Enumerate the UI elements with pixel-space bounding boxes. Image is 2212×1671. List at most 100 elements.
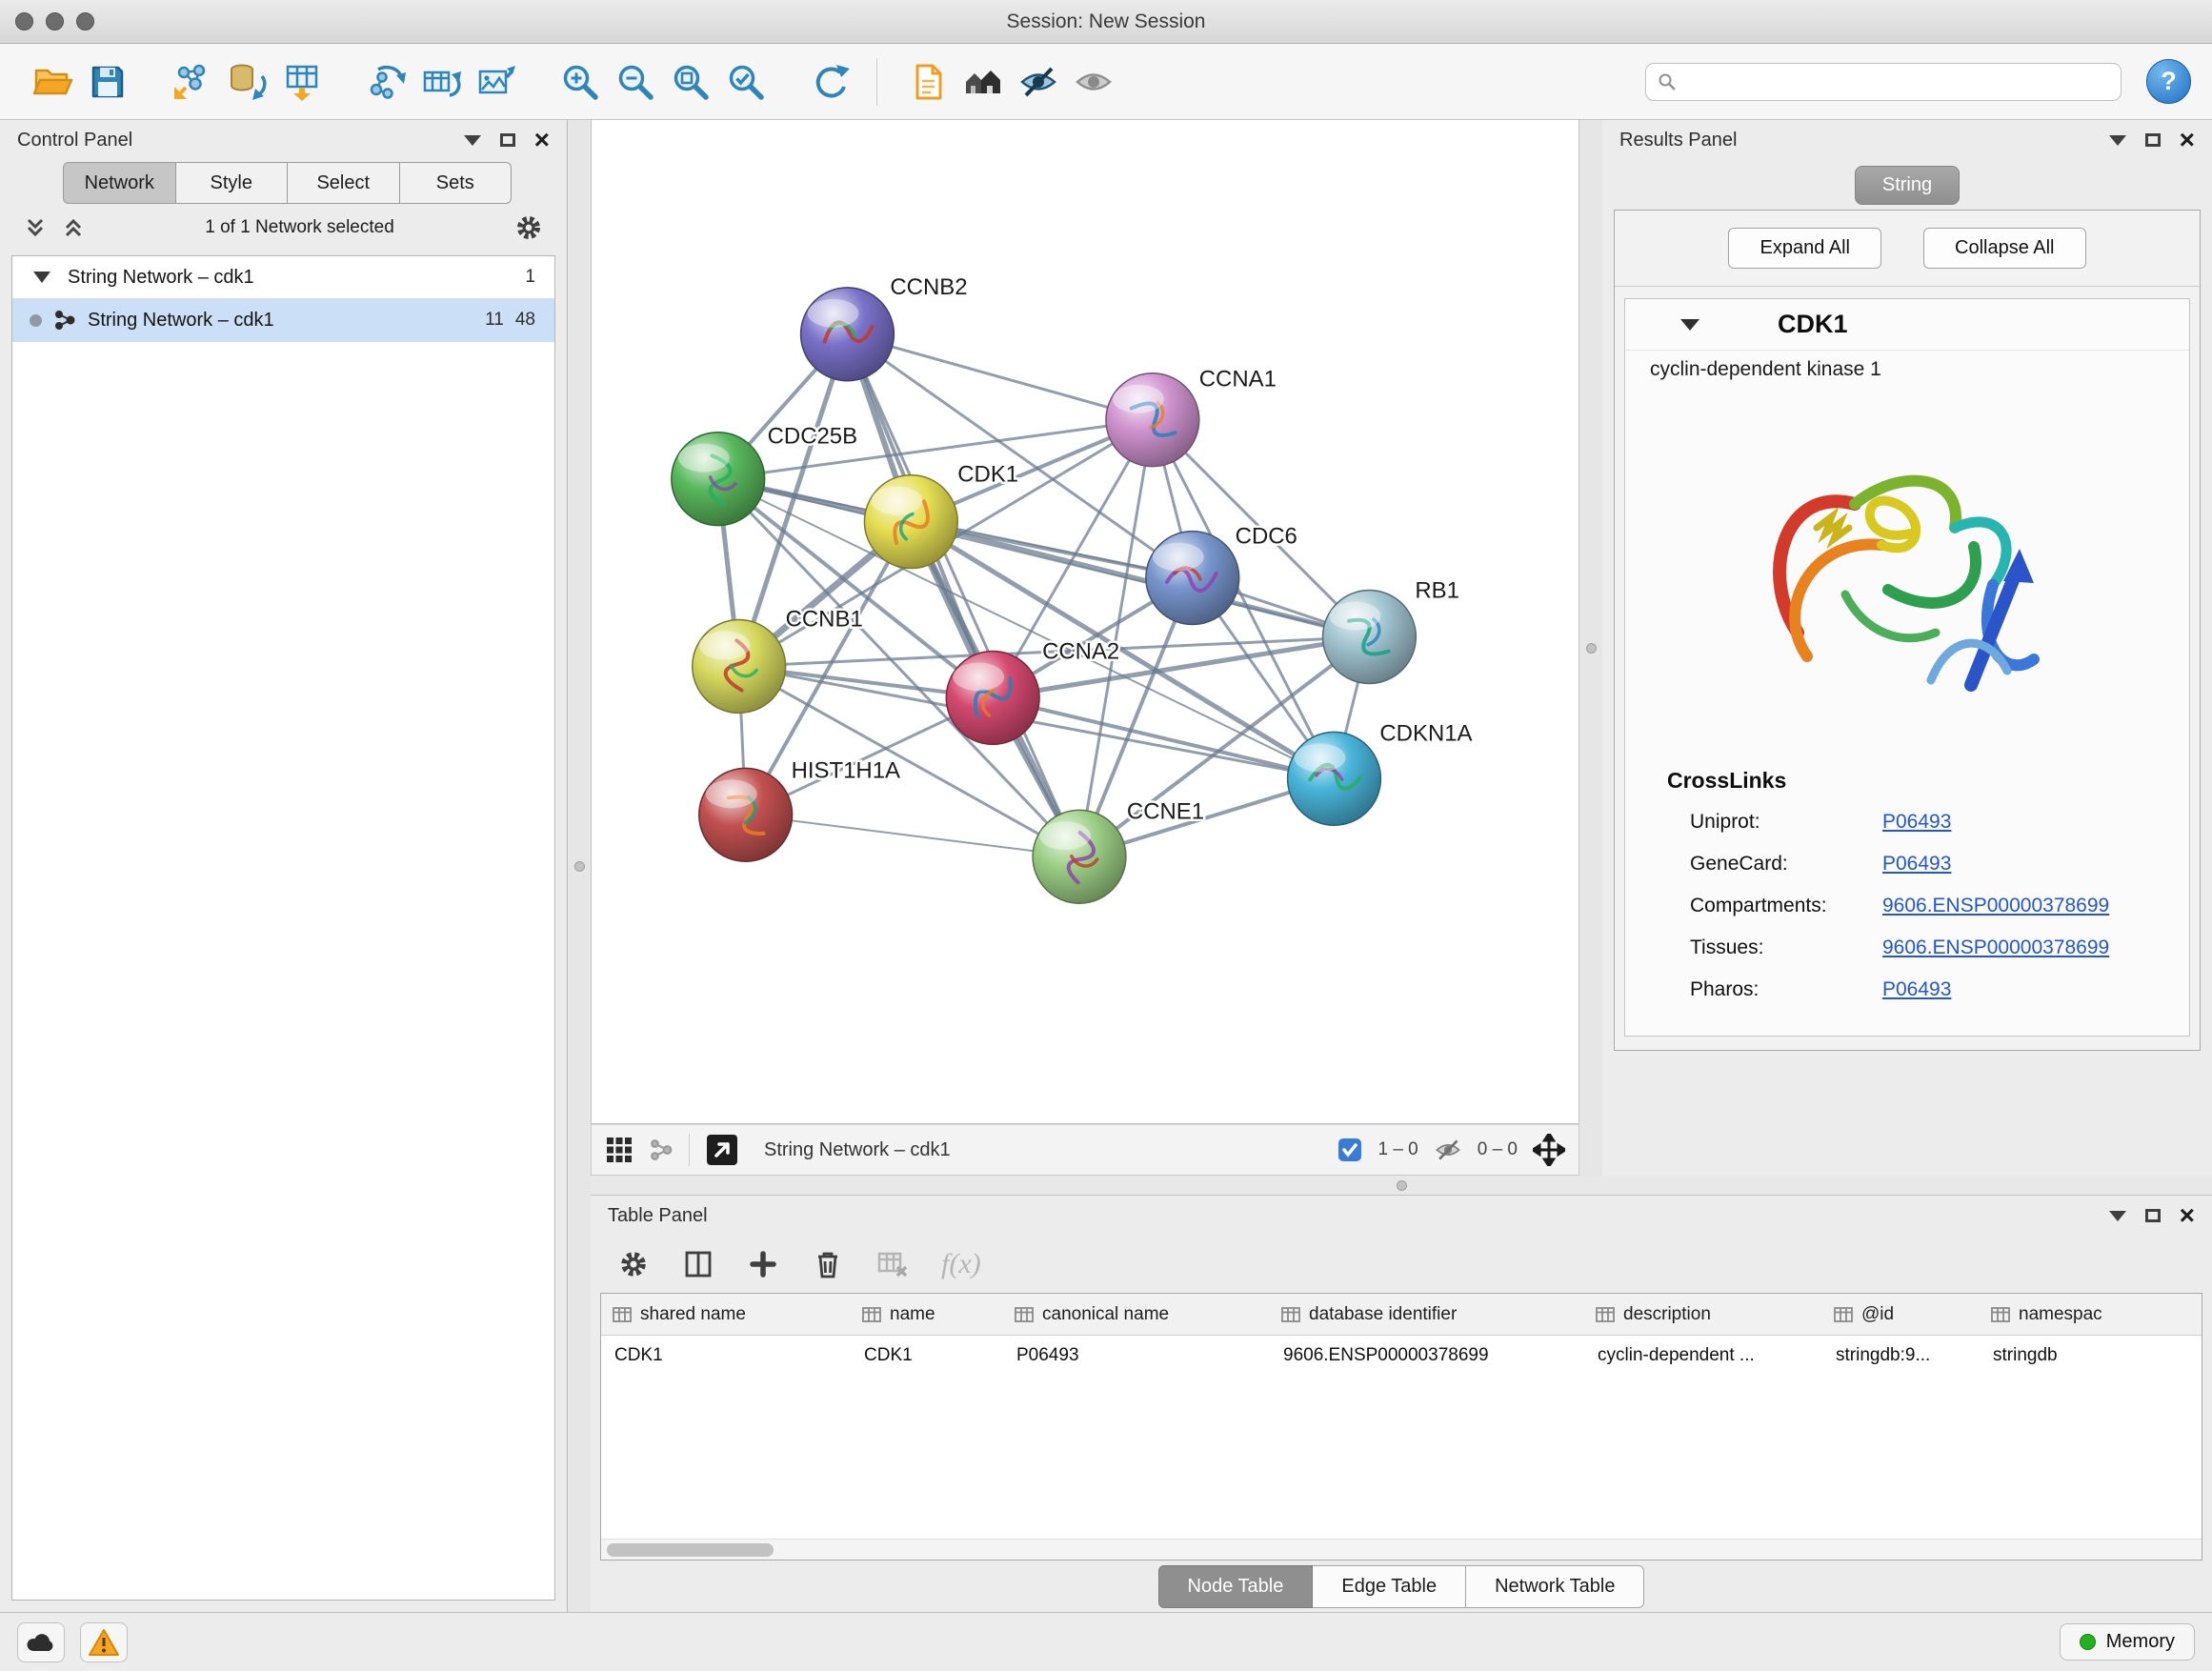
delete-column-trash-icon[interactable] [812, 1248, 844, 1280]
collection-caret-icon[interactable] [33, 272, 50, 283]
node-CCNB1[interactable]: CCNB1 [693, 606, 863, 713]
collapse-all-networks-icon[interactable] [61, 215, 86, 240]
node-CCNA1[interactable]: CCNA1 [1106, 367, 1277, 467]
results-float-icon[interactable] [2145, 133, 2161, 147]
close-window-button[interactable] [15, 12, 33, 30]
search-input[interactable] [1684, 71, 2109, 92]
gene-section-header[interactable]: CDK1 [1625, 299, 2189, 351]
tab-style[interactable]: Style [176, 162, 289, 204]
scrollbar-thumb[interactable] [607, 1543, 774, 1557]
gene-collapse-caret-icon[interactable] [1680, 319, 1699, 331]
edge-CCNE1-HIST1H1A[interactable] [746, 815, 1079, 856]
selected-checkbox-icon[interactable] [1337, 1137, 1362, 1162]
import-network-file-button[interactable] [164, 53, 219, 111]
column-header-namespace[interactable]: namespac [1980, 1294, 2202, 1335]
show-glass-button[interactable] [1066, 53, 1121, 111]
grid-icon[interactable] [605, 1136, 633, 1164]
node-CCNE1[interactable]: CCNE1 [1033, 798, 1204, 903]
network-options-gear-icon[interactable] [513, 212, 544, 243]
cell-database-identifier[interactable]: 9606.ENSP00000378699 [1270, 1336, 1584, 1376]
column-header-description[interactable]: description [1584, 1294, 1822, 1335]
node-CDKN1A[interactable]: CDKN1A [1288, 720, 1473, 825]
add-column-icon[interactable] [747, 1248, 779, 1280]
table-row[interactable]: CDK1 CDK1 P06493 9606.ENSP00000378699 cy… [601, 1336, 2202, 1376]
zoom-in-button[interactable] [553, 53, 608, 111]
import-network-database-button[interactable] [219, 53, 274, 111]
node-RB1[interactable]: RB1 [1323, 578, 1459, 684]
horizontal-splitter[interactable] [591, 1176, 2212, 1195]
cell-namespace[interactable]: stringdb [1980, 1336, 2202, 1376]
tissues-link[interactable]: 9606.ENSP00000378699 [1882, 936, 2109, 959]
warnings-button[interactable] [80, 1622, 128, 1662]
expand-all-networks-icon[interactable] [23, 215, 48, 240]
cell-name[interactable]: CDK1 [851, 1336, 1003, 1376]
table-horizontal-scrollbar[interactable] [601, 1539, 2202, 1560]
cell-id[interactable]: stringdb:9... [1822, 1336, 1980, 1376]
column-header-shared-name[interactable]: shared name [601, 1294, 851, 1335]
genecard-link[interactable]: P06493 [1882, 853, 1951, 876]
network-canvas[interactable]: CCNB2CCNA1CDC25BCDK1CDC6RB1CCNB1CCNA2CDK… [591, 120, 1579, 1124]
string-results-tab[interactable]: String [1855, 166, 1960, 205]
results-menu-icon[interactable] [2109, 135, 2126, 146]
column-header-id[interactable]: @id [1822, 1294, 1980, 1335]
results-close-icon[interactable]: × [2180, 131, 2195, 150]
refresh-network-button[interactable] [802, 53, 857, 111]
network-table-tab[interactable]: Network Table [1466, 1565, 1644, 1608]
string-home-button[interactable] [955, 53, 1011, 111]
help-button[interactable]: ? [2146, 59, 2191, 104]
tab-network[interactable]: Network [63, 162, 176, 204]
node-table-tab[interactable]: Node Table [1158, 1565, 1314, 1608]
export-image-button[interactable] [469, 53, 524, 111]
tab-select[interactable]: Select [288, 162, 400, 204]
hidden-eye-slash-icon[interactable] [1434, 1136, 1462, 1164]
cell-description[interactable]: cyclin-dependent ... [1584, 1336, 1822, 1376]
column-header-database-identifier[interactable]: database identifier [1270, 1294, 1584, 1335]
pharos-link[interactable]: P06493 [1882, 978, 1951, 1001]
left-splitter[interactable] [568, 120, 591, 1612]
cloud-status-button[interactable] [17, 1622, 65, 1662]
memory-button[interactable]: Memory [2060, 1623, 2195, 1661]
edge-table-tab[interactable]: Edge Table [1313, 1565, 1466, 1608]
edge-CCNA2-CDKN1A[interactable] [993, 697, 1334, 778]
tab-sets[interactable]: Sets [400, 162, 513, 204]
open-session-button[interactable] [25, 53, 80, 111]
float-panel-icon[interactable] [500, 133, 515, 147]
toolbar-search[interactable] [1645, 63, 2122, 101]
zoom-fit-button[interactable] [663, 53, 718, 111]
cell-canonical-name[interactable]: P06493 [1003, 1336, 1270, 1376]
maximize-window-button[interactable] [76, 12, 94, 30]
right-splitter[interactable] [1579, 120, 1602, 1176]
node-CDC6[interactable]: CDC6 [1146, 524, 1297, 625]
node-HIST1H1A[interactable]: HIST1H1A [699, 757, 900, 861]
new-network-from-selection-button[interactable] [358, 53, 413, 111]
birdseye-toggle-icon[interactable] [705, 1133, 739, 1167]
panel-menu-icon[interactable] [464, 135, 481, 146]
pan-crosshair-icon[interactable] [1533, 1134, 1565, 1166]
network-collection-row[interactable]: String Network – cdk1 1 [12, 256, 554, 298]
network-graph[interactable]: CCNB2CCNA1CDC25BCDK1CDC6RB1CCNB1CCNA2CDK… [592, 120, 1579, 1123]
import-table-button[interactable] [274, 53, 330, 111]
share-layout-icon[interactable] [649, 1137, 674, 1162]
save-session-button[interactable] [80, 53, 135, 111]
close-panel-icon[interactable]: × [534, 131, 550, 150]
node-CDC25B[interactable]: CDC25B [672, 424, 857, 526]
minimize-window-button[interactable] [46, 12, 64, 30]
network-row-selected[interactable]: String Network – cdk1 11 48 [12, 298, 554, 342]
expand-all-button[interactable]: Expand All [1728, 228, 1881, 269]
node-CCNB2[interactable]: CCNB2 [801, 274, 968, 381]
show-columns-icon[interactable] [682, 1248, 714, 1280]
cell-shared-name[interactable]: CDK1 [601, 1336, 851, 1376]
zoom-selected-button[interactable] [718, 53, 774, 111]
hide-glass-button[interactable] [1011, 53, 1066, 111]
document-button[interactable] [900, 53, 955, 111]
table-menu-icon[interactable] [2109, 1211, 2126, 1221]
uniprot-link[interactable]: P06493 [1882, 811, 1951, 834]
compartments-link[interactable]: 9606.ENSP00000378699 [1882, 895, 2109, 917]
collapse-all-button[interactable]: Collapse All [1923, 228, 2086, 269]
table-close-icon[interactable]: × [2180, 1206, 2195, 1225]
export-table-button[interactable] [413, 53, 469, 111]
column-header-name[interactable]: name [851, 1294, 1003, 1335]
table-options-gear-icon[interactable] [617, 1248, 650, 1280]
table-float-icon[interactable] [2145, 1209, 2161, 1222]
edge-CCNB2-CCNA1[interactable] [847, 334, 1152, 420]
